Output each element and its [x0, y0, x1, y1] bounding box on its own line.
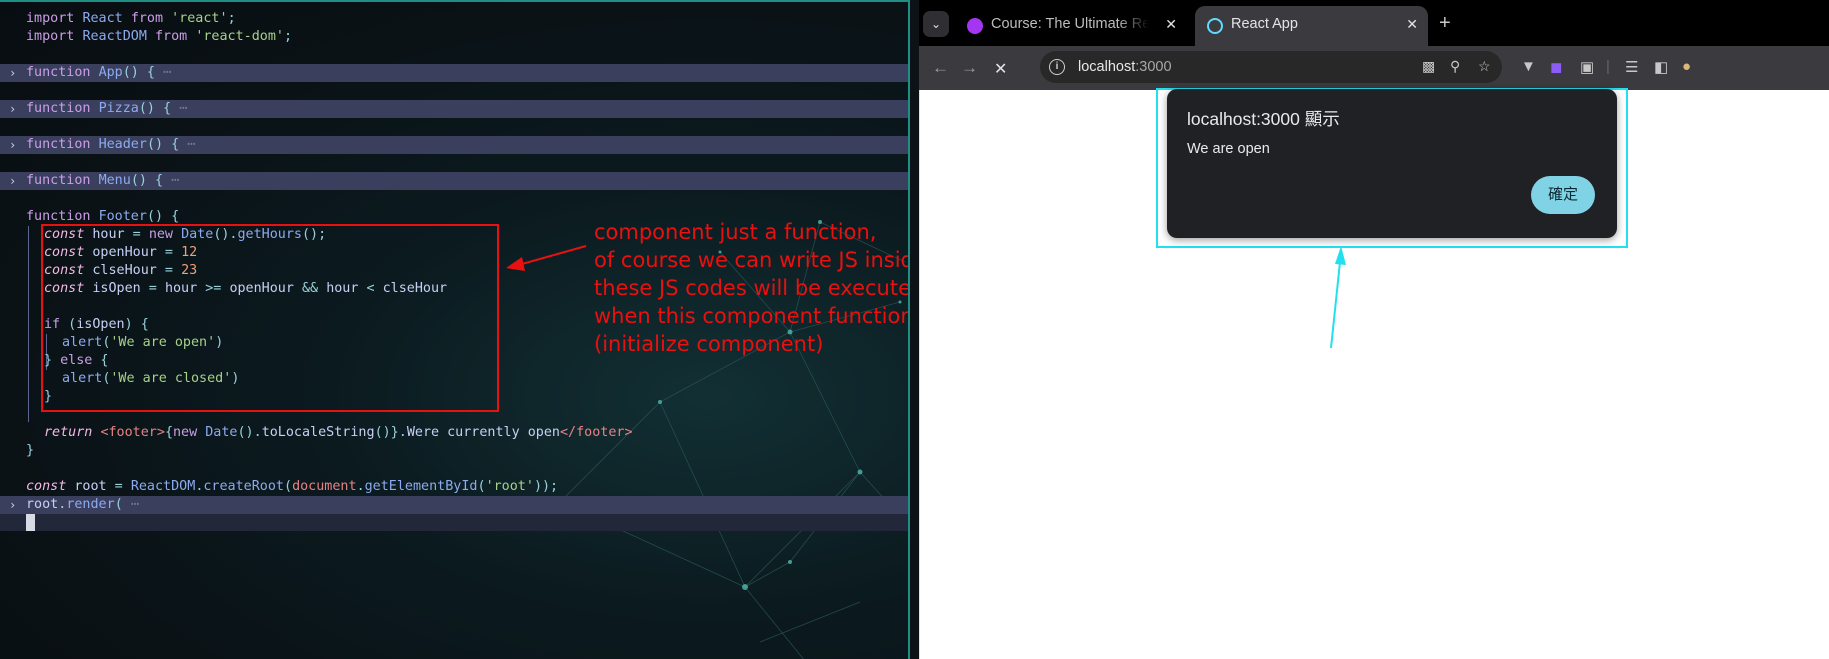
udemy-favicon-icon [967, 18, 983, 34]
tab-title: React App [1231, 16, 1298, 32]
loading-spinner-icon [1207, 18, 1223, 34]
forward-button[interactable]: → [961, 58, 978, 78]
url-text[interactable]: localhost:3000 [1078, 59, 1172, 75]
chevron-down-icon: ⌄ [930, 17, 942, 31]
tab-search-button[interactable]: ⌄ [923, 11, 949, 37]
close-icon[interactable]: ✕ [1165, 16, 1177, 33]
cyan-arrow-icon [1330, 246, 1346, 349]
tab-title: Course: The Ultimate React [991, 16, 1149, 32]
page-content: localhost:3000 顯示 We are open 確定 [919, 88, 1829, 659]
new-tab-button[interactable]: + [1439, 12, 1451, 35]
extensions-puzzle-icon[interactable]: ▣ [1580, 58, 1594, 76]
close-icon[interactable]: ✕ [1406, 16, 1418, 33]
media-control-icon[interactable]: ☰ [1625, 58, 1638, 76]
tab-course[interactable]: Course: The Ultimate React ✕ [955, 6, 1187, 46]
code-editor[interactable]: import React from 'react'; import ReactD… [0, 0, 910, 659]
url-port: :3000 [1135, 59, 1172, 75]
site-info-icon[interactable]: i [1049, 59, 1065, 75]
stop-loading-button[interactable]: ✕ [994, 59, 1007, 79]
address-bar[interactable]: i localhost:3000 ▩ ⚲ ☆ [1040, 51, 1502, 83]
back-button[interactable]: ← [932, 58, 949, 78]
profile-avatar-icon[interactable]: ● [1682, 58, 1691, 75]
url-host: localhost [1078, 59, 1136, 75]
install-app-icon[interactable]: ▩ [1422, 58, 1435, 75]
vue-devtools-icon[interactable]: ▼ [1521, 58, 1536, 75]
tab-strip: ⌄ Course: The Ultimate React ✕ React App… [919, 0, 1829, 46]
toolbar-divider: | [1606, 58, 1610, 75]
side-panel-icon[interactable]: ◧ [1654, 58, 1668, 76]
browser-toolbar: ← → ✕ i localhost:3000 ▩ ⚲ ☆ ▼ ◼ ▣ | ☰ ◧… [919, 46, 1829, 90]
extension-shield-icon[interactable]: ◼ [1550, 58, 1562, 76]
tab-react-app[interactable]: React App ✕ [1195, 6, 1428, 46]
bookmark-star-icon[interactable]: ☆ [1478, 58, 1491, 75]
browser-window: ⌄ Course: The Ultimate React ✕ React App… [919, 0, 1829, 659]
annotation-note: component just a function, of course we … [594, 220, 910, 356]
zoom-icon[interactable]: ⚲ [1450, 58, 1460, 75]
